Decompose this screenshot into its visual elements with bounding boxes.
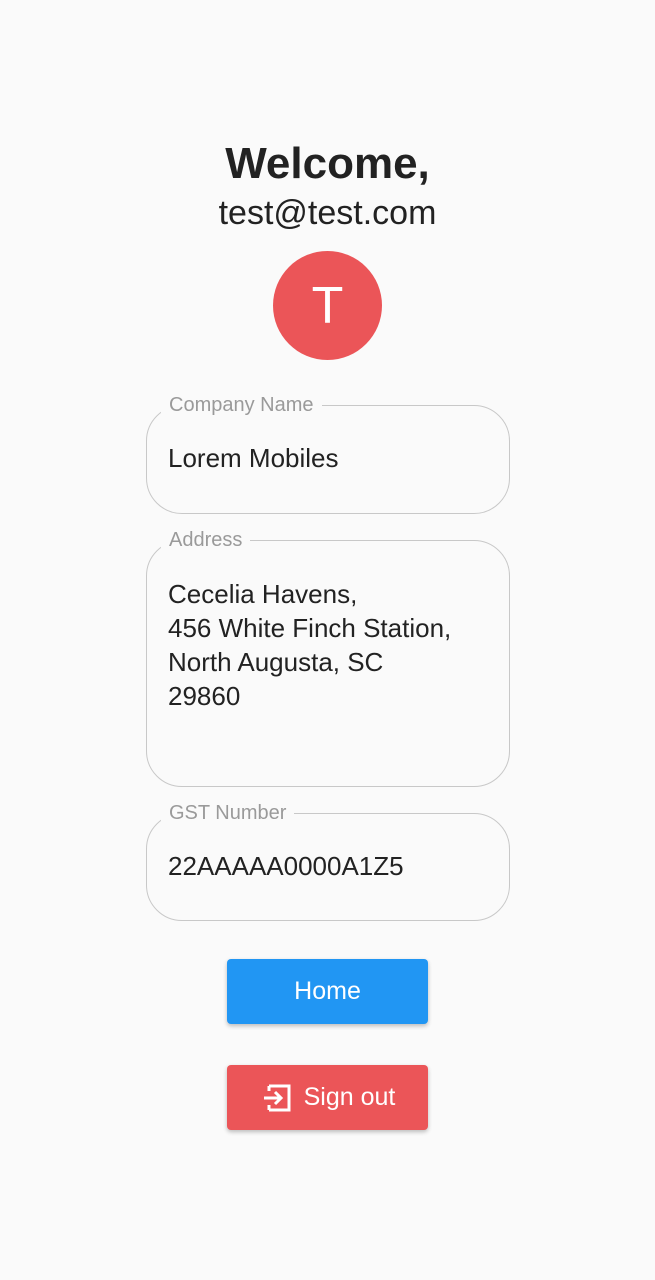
avatar: T xyxy=(273,251,382,360)
address-value[interactable]: Cecelia Havens, 456 White Finch Station,… xyxy=(168,577,495,713)
home-button-label: Home xyxy=(294,977,361,1005)
gst-number-field[interactable]: GST Number 22AAAAA0000A1Z5 xyxy=(146,801,510,921)
address-label: Address xyxy=(161,528,251,552)
sign-out-button[interactable]: Sign out xyxy=(227,1065,428,1130)
company-name-label: Company Name xyxy=(161,393,322,417)
profile-screen: Welcome, test@test.com T Company Name Lo… xyxy=(0,0,655,1280)
user-email: test@test.com xyxy=(218,194,437,232)
welcome-title: Welcome, xyxy=(225,139,430,188)
company-name-value[interactable]: Lorem Mobiles xyxy=(168,441,495,475)
login-arrow-icon xyxy=(260,1080,296,1116)
sign-out-label: Sign out xyxy=(303,1083,396,1111)
home-button[interactable]: Home xyxy=(227,959,428,1024)
gst-number-label: GST Number xyxy=(161,801,295,825)
avatar-initial: T xyxy=(311,276,344,335)
address-field[interactable]: Address Cecelia Havens, 456 White Finch … xyxy=(146,528,510,787)
company-name-field[interactable]: Company Name Lorem Mobiles xyxy=(146,393,510,514)
gst-number-value[interactable]: 22AAAAA0000A1Z5 xyxy=(168,849,495,883)
